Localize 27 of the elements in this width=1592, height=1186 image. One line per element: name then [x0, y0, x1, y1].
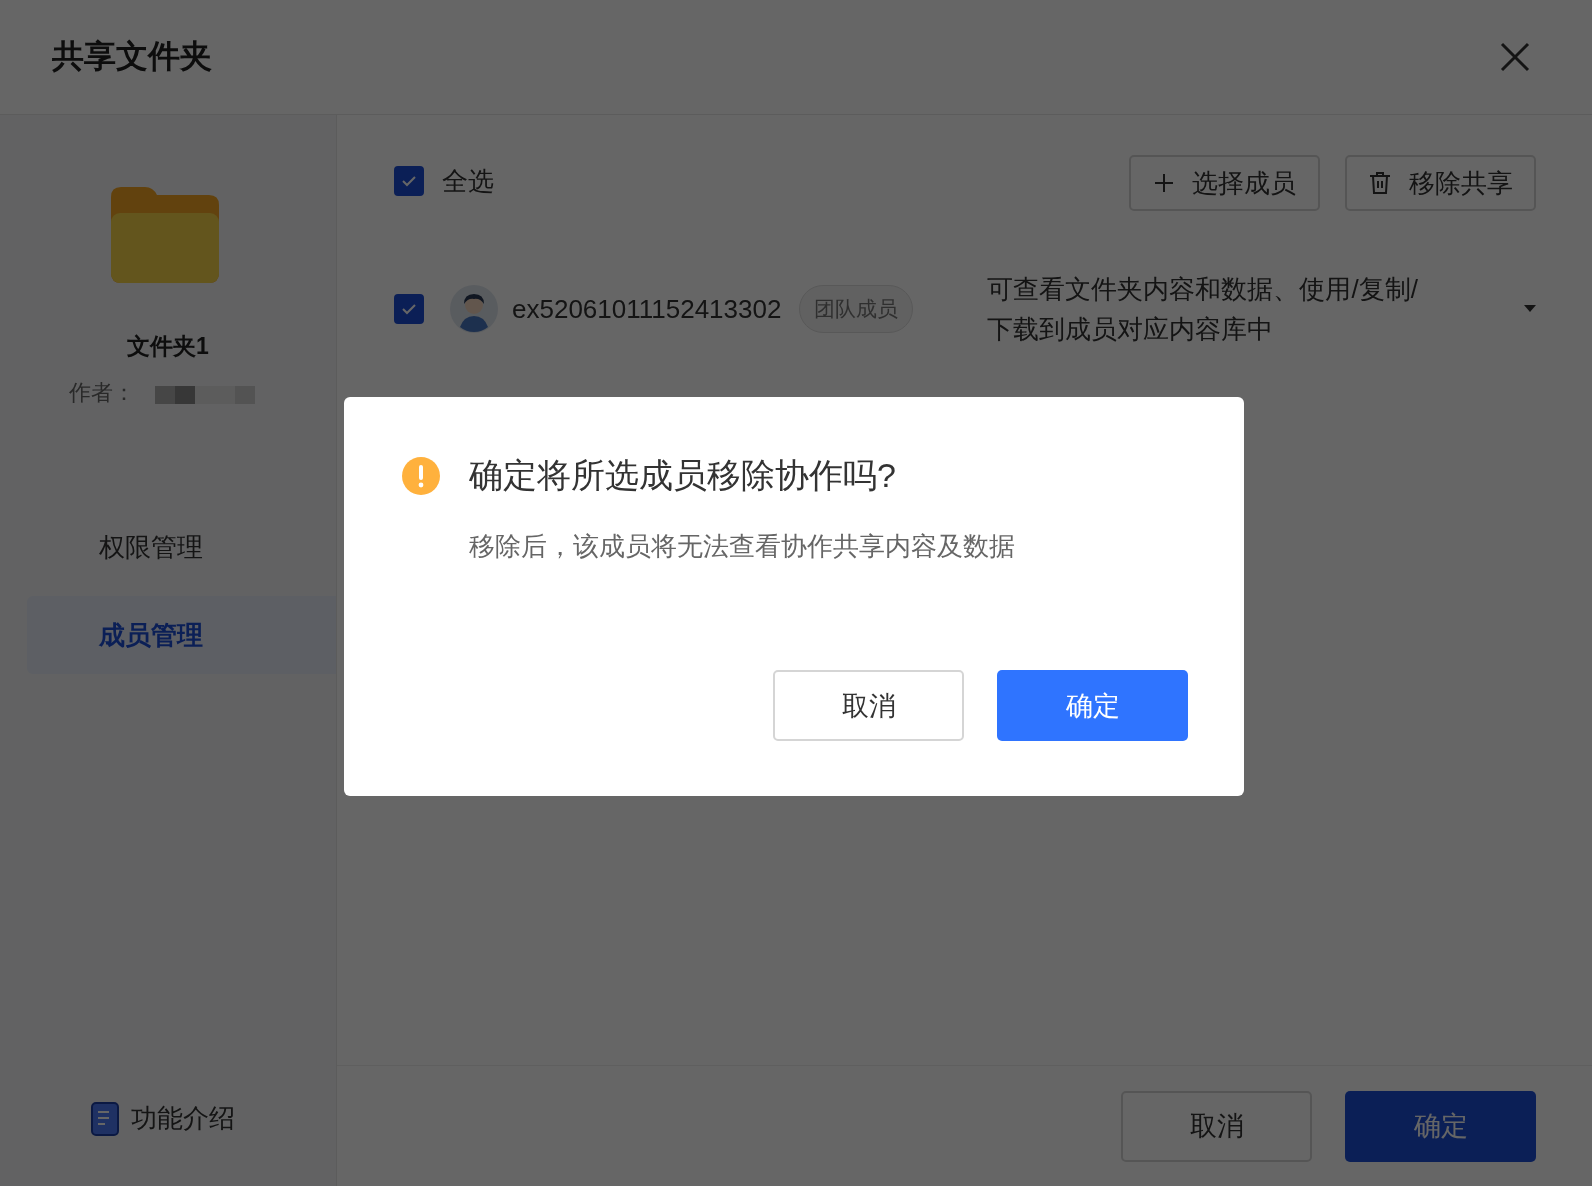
footer-button[interactable]: 取消 [1121, 1090, 1312, 1162]
nav-item[interactable]: 成员管理 [27, 596, 336, 674]
caret-icon[interactable] [1524, 305, 1536, 313]
select-all-checkbox[interactable] [394, 166, 424, 196]
confirm-title: 确定将所选成员移除协作吗? [469, 455, 896, 496]
document-icon [91, 1101, 119, 1136]
toolbar-button[interactable]: 移除共享 [1345, 155, 1536, 211]
dialog-title: 共享文件夹 [52, 37, 212, 76]
member-checkbox[interactable] [394, 294, 424, 324]
select-all-label: 全选 [442, 164, 494, 198]
member-id: ex52061011152413302 [512, 293, 782, 325]
footer-button[interactable]: 确定 [1345, 1090, 1536, 1162]
author-label: 作者： [69, 379, 135, 407]
plus-icon [1153, 173, 1174, 193]
help-link[interactable]: 功能介绍 [131, 1101, 235, 1136]
permission-text: 可查看文件夹内容和数据、使用/复制/下载到成员对应内容库中 [987, 273, 1419, 346]
close-icon[interactable] [1500, 42, 1530, 72]
dialog-button[interactable]: 确定 [997, 670, 1188, 741]
folder-icon [111, 187, 219, 283]
dialog-button[interactable]: 取消 [773, 670, 964, 741]
nav-item[interactable]: 权限管理 [27, 508, 336, 586]
trash-icon [1368, 171, 1391, 195]
avatar-icon [450, 285, 498, 333]
folder-name: 文件夹1 [127, 332, 209, 361]
toolbar-button[interactable]: 选择成员 [1129, 155, 1320, 211]
confirm-message: 移除后，该成员将无法查看协作共享内容及数据 [469, 530, 1016, 563]
warning-icon [402, 457, 440, 495]
